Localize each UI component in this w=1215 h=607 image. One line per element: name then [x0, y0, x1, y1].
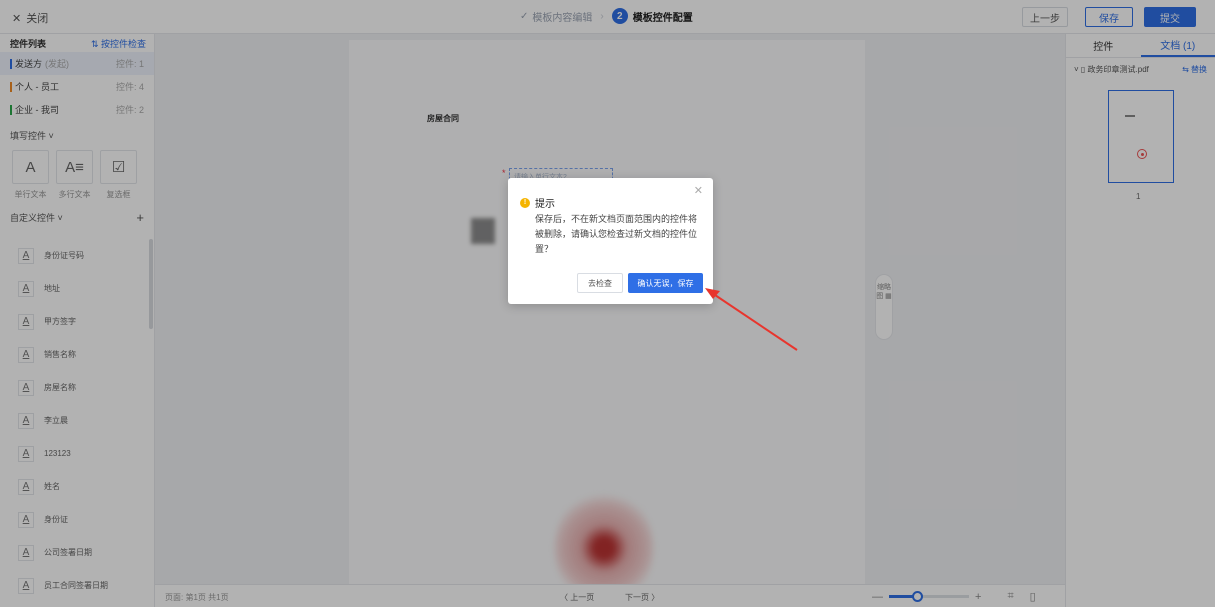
- dialog-header: ! 提示: [520, 195, 555, 210]
- confirm-save-button[interactable]: 确认无误，保存: [628, 273, 703, 293]
- dialog-title: 提示: [535, 199, 555, 210]
- close-icon[interactable]: ✕: [694, 184, 703, 197]
- confirm-dialog: ✕ ! 提示 保存后，不在新文档页面范围内的控件将被删除，请确认您检查过新文档的…: [508, 178, 713, 304]
- go-check-button[interactable]: 去检查: [577, 273, 623, 293]
- warning-icon: !: [520, 197, 530, 208]
- dialog-message: 保存后，不在新文档页面范围内的控件将被删除，请确认您检查过新文档的控件位置？: [535, 214, 698, 254]
